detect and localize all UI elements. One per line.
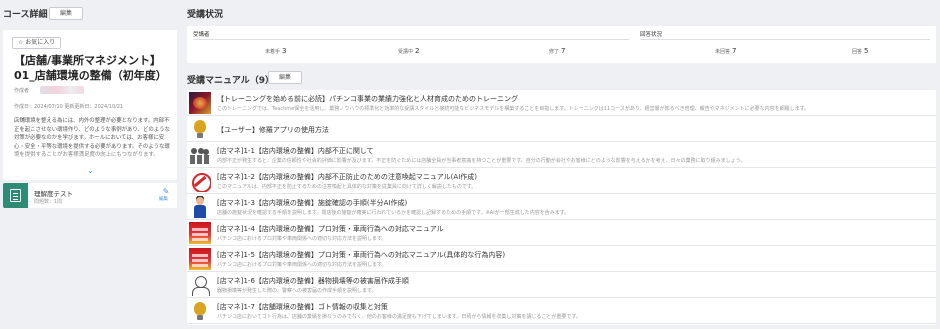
unanswered-stat: 未回答 7 [715,47,737,55]
manual-description: このマニュアルは、内部不正を防止するための注意喚起と具体的な対策を従業員に向けて… [217,184,477,190]
answered-stat: 回答 5 [852,47,869,55]
manual-description: 店舗の施錠状況を確認する手順を説明します。閉店後の施錠が確実に行われているかを確… [217,210,570,216]
manual-description: パチンコ店においてゴト行為は、店舗の業績を損なうのみでなく、他のお客様の満足度も… [217,314,581,320]
manual-title: [店マネ]1-5【店内環境の整備】プロ対策・車両行為への対応マニュアル(具体的な… [217,251,506,259]
manual-description: パチンコ店におけるプロ対策や車両関係への適切な対応方法を説明します。 [217,262,387,268]
test-edit-label[interactable]: 編集 [159,196,168,202]
manual-thumbnail [189,118,211,140]
manual-row[interactable]: [店マネ]1-3【店内環境の整備】施錠確認の手順(半分AI作成) 店舗の施錠状況… [187,194,936,220]
manual-description: 器物損壊等が発生した際の、警察への被害届の作成手順を説明します。 [217,288,377,294]
manual-row[interactable]: 【トレーニングを始める前に必読】パチンコ事業の業績力強化と人材育成のためのトレー… [187,90,936,116]
document-icon [3,183,28,208]
manual-title: [店マネ]1-6【店内環境の整備】器物損壊等の被害届作成手順 [217,277,409,285]
manual-header: 受講マニュアル（9） [187,76,274,86]
status-header: 受講状況 [187,10,224,20]
manual-list: 【トレーニングを始める前に必読】パチンコ事業の業績力強化と人材育成のためのトレー… [187,90,936,325]
manual-row[interactable]: [店マネ]1-2【店内環境の整備】内部不正防止のための注意喚起マニュアル(AI作… [187,168,936,194]
manual-row[interactable]: [店マネ]1-1【店内環境の整備】内部不正に関して 内部不正が発生すると、企業の… [187,142,936,168]
attendees-label: 受講者 [193,32,210,38]
manual-thumbnail [189,248,211,270]
manual-description: 内部不正が発生すると、企業の信頼性や社会的評価に影響が及びます。不正を防ぐために… [217,158,746,164]
done-stat: 修了 7 [549,47,566,55]
manual-thumbnail [189,274,211,296]
manual-row[interactable]: [店マネ]1-7【店舗環境の整備】ゴト情報の収集と対策 パチンコ店においてゴト行… [187,298,936,324]
manual-description: パチンコ店におけるプロ対策や車両関係への適切な対応方法を説明します。 [217,236,387,242]
creator-label: 作成者 [14,88,30,94]
manual-description: このトレーニングでは、Teachme保全を活用し、業務ノウハウの標準化と効率的な… [217,106,810,112]
manual-title: [店マネ]1-2【店内環境の整備】内部不正防止のための注意喚起マニュアル(AI作… [217,173,477,181]
status-card: 受講者 未着手 3 受講中 2 修了 7 回答状況 未回答 7 回答 5 [187,26,936,63]
manual-title: 【トレーニングを始める前に必読】パチンコ事業の業績力強化と人材育成のためのトレー… [217,95,518,103]
manual-thumbnail [189,144,211,166]
edit-icon[interactable]: ✎ [160,187,172,196]
manual-title: [店マネ]1-4【店内環境の整備】プロ対策・車両行為への対応マニュアル [217,225,444,233]
survey-label: 回答状況 [640,32,663,38]
manual-row[interactable]: [店マネ]1-4【店内環境の整備】プロ対策・車両行為への対応マニュアル パチンコ… [187,220,936,246]
manual-title: [店マネ]1-1【店内環境の整備】内部不正に関して [217,147,374,155]
course-title: 【店舗/事業所マネジメント】01_店舗環境の整備（初年度） [14,54,167,82]
manual-thumbnail [189,92,211,114]
survey-divider [640,39,930,40]
manual-thumbnail [189,300,211,322]
manual-thumbnail [189,196,211,218]
manual-thumbnail [189,222,211,244]
manual-thumbnail [189,170,211,192]
manual-row[interactable]: [店マネ]1-5【店内環境の整備】プロ対策・車両行為への対応マニュアル(具体的な… [187,246,936,272]
test-question-count: 問題数：1問 [34,199,63,205]
manual-title: 【ユーザー】修羅アプリの使用方法 [217,126,329,134]
course-dates: 作成日：2024/07/10 更新更新日：2024/10/21 [14,104,124,110]
creator-avatar-blurred [40,86,84,94]
manual-row[interactable]: [店マネ]1-6【店内環境の整備】器物損壊等の被害届作成手順 器物損壊等が発生し… [187,272,936,298]
manual-edit-button[interactable]: 編集 [268,71,302,84]
manual-title: [店マネ]1-7【店舗環境の整備】ゴト情報の収集と対策 [217,303,388,311]
chevron-down-icon[interactable]: ⌄ [87,166,94,175]
manual-title: [店マネ]1-3【店内環境の整備】施錠確認の手順(半分AI作成) [217,199,408,207]
course-card: ☆ お気に入り 【店舗/事業所マネジメント】01_店舗環境の整備（初年度） 作成… [3,30,177,180]
favorite-button[interactable]: ☆ お気に入り [12,37,62,49]
test-name: 理解度テスト [34,190,73,198]
course-detail-header: コース詳細 [3,10,48,20]
course-detail-panel: コース詳細 編集 ☆ お気に入り 【店舗/事業所マネジメント】01_店舗環境の整… [0,0,183,329]
in-progress-stat: 受講中 2 [398,47,420,55]
test-card[interactable]: 理解度テスト 問題数：1問 ✎ 編集 [3,183,177,208]
manual-row[interactable]: 【ユーザー】修羅アプリの使用方法 [187,116,936,142]
not-started-stat: 未着手 3 [265,47,287,55]
attendees-divider [193,39,629,40]
course-edit-button[interactable]: 編集 [49,7,83,20]
